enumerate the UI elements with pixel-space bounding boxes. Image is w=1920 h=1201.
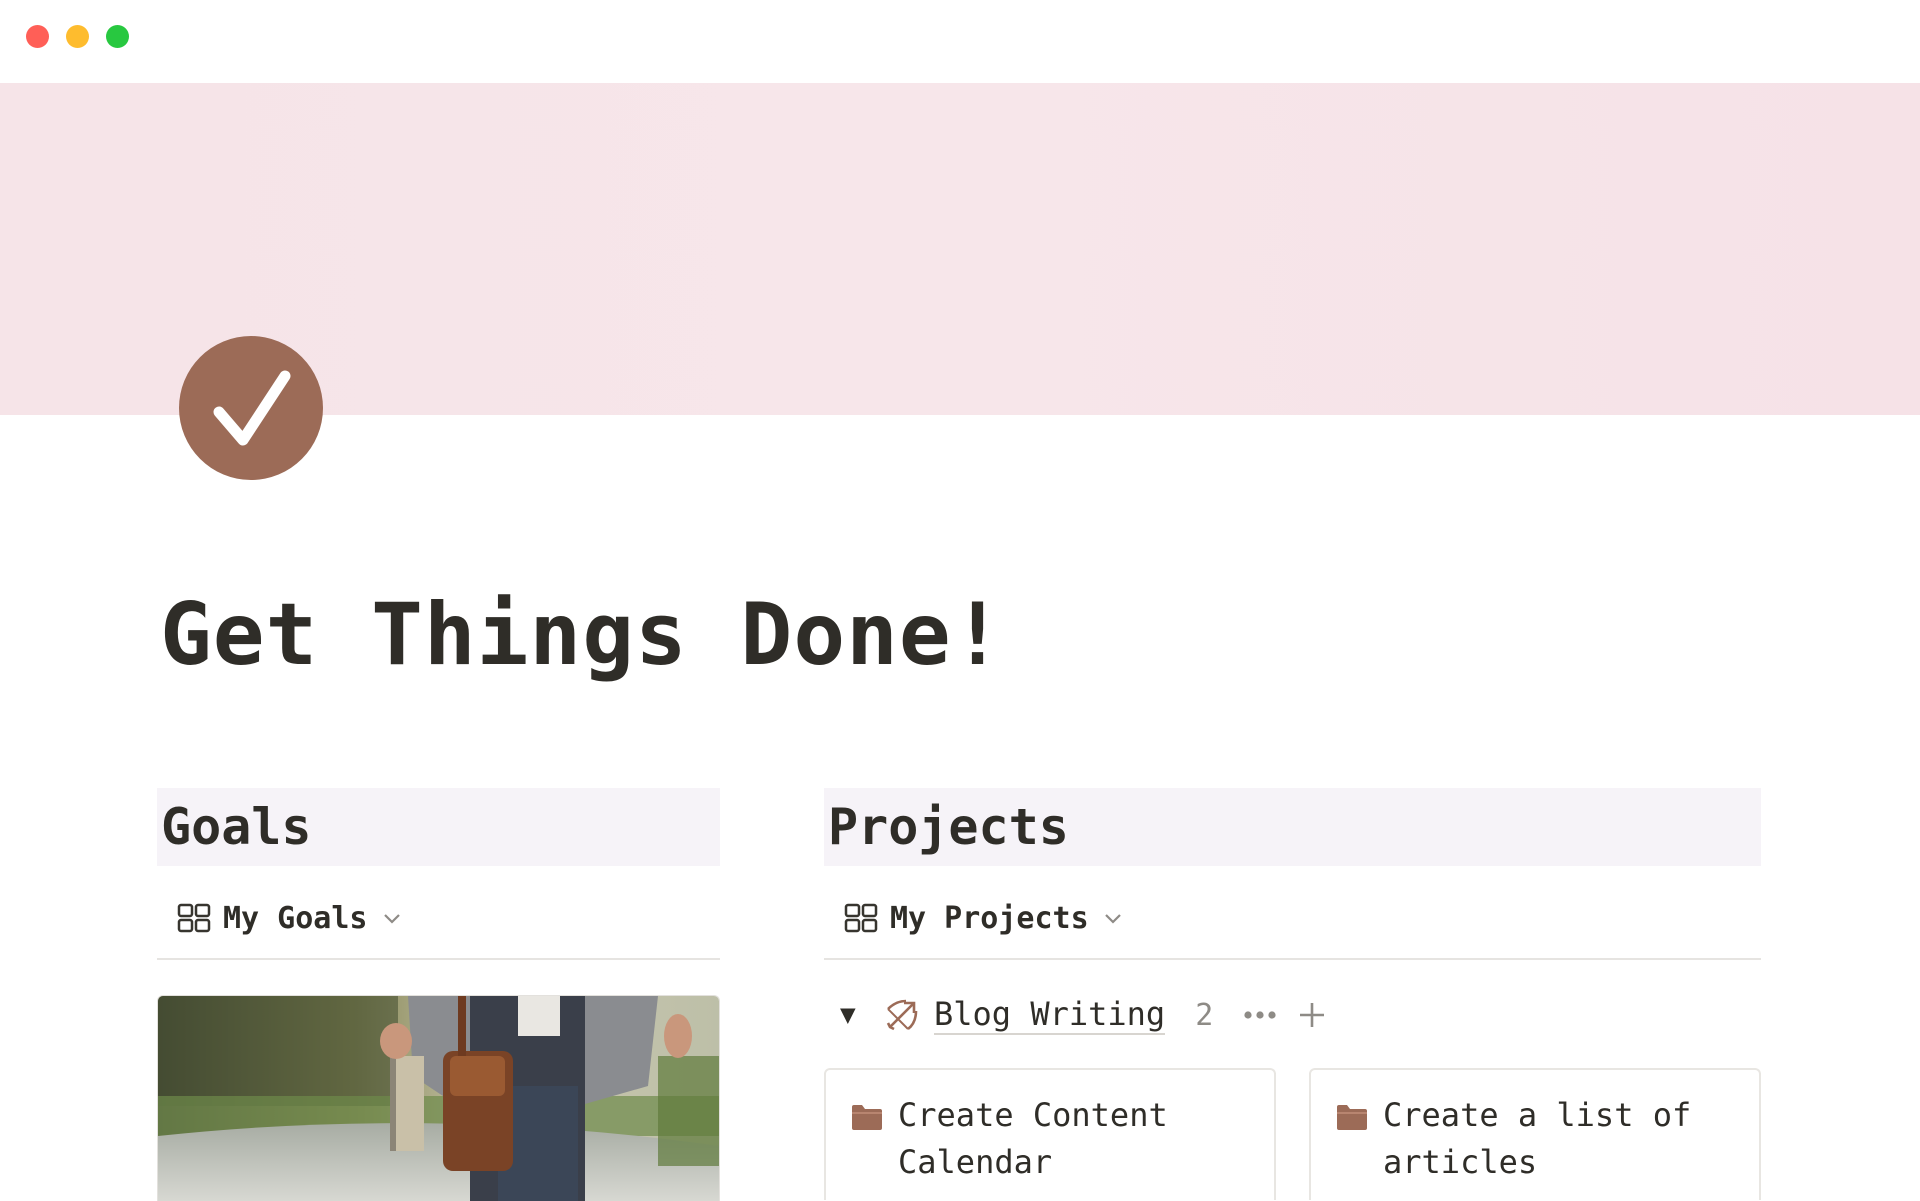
window-titlebar <box>0 0 1920 83</box>
add-item-plus-icon[interactable] <box>1297 1000 1327 1030</box>
folder-icon <box>852 1105 882 1130</box>
goals-divider <box>157 958 720 960</box>
my-projects-view-tab[interactable]: My Projects <box>844 894 1123 942</box>
person-holding-leather-bag-and-book-photo <box>158 996 719 1201</box>
project-card-title: Create a list of articles <box>1383 1096 1692 1181</box>
projects-heading[interactable]: Projects <box>824 788 1761 866</box>
blog-writing-group-header: ▼ Blog Writing 2 <box>840 990 1327 1040</box>
minimize-window-button[interactable] <box>66 25 89 48</box>
board-grid-icon <box>844 903 878 933</box>
goal-gallery-card[interactable] <box>157 995 720 1201</box>
projects-divider <box>824 958 1761 960</box>
chevron-down-icon <box>383 914 400 924</box>
gallery-grid-icon <box>177 903 211 933</box>
project-card-title: Create Content Calendar <box>898 1096 1168 1181</box>
bow-and-arrow-icon <box>886 999 918 1031</box>
project-card[interactable]: Create Content Calendar <box>824 1068 1276 1200</box>
group-toggle-arrow[interactable]: ▼ <box>840 1000 872 1030</box>
check-circle-icon[interactable] <box>179 336 323 480</box>
goals-heading[interactable]: Goals <box>157 788 720 866</box>
close-window-button[interactable] <box>26 25 49 48</box>
folder-icon <box>1337 1105 1367 1130</box>
group-name-blog-writing[interactable]: Blog Writing <box>934 995 1166 1035</box>
project-card[interactable]: Create a list of articles <box>1309 1068 1761 1200</box>
zoom-window-button[interactable] <box>106 25 129 48</box>
chevron-down-icon <box>1104 914 1121 924</box>
my-goals-view-tab[interactable]: My Goals <box>177 894 402 942</box>
page-title[interactable]: Get Things Done! <box>160 585 1004 685</box>
more-options-icon[interactable] <box>1243 1010 1277 1020</box>
my-goals-view-label: My Goals <box>223 900 368 936</box>
my-projects-view-label: My Projects <box>890 900 1089 936</box>
group-count: 2 <box>1195 997 1214 1033</box>
